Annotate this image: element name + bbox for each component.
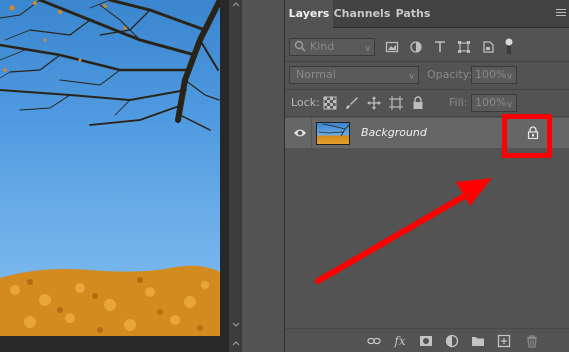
- fill-input[interactable]: 100% ∨: [471, 94, 517, 112]
- tree-photo: [0, 0, 220, 336]
- canvas-scrollbar-horizontal[interactable]: [0, 336, 220, 352]
- tab-channels[interactable]: Channels: [333, 0, 391, 28]
- link-layers-icon[interactable]: [367, 334, 381, 348]
- new-group-icon[interactable]: [471, 334, 485, 348]
- collapse-icon: [232, 341, 240, 346]
- lock-transparent-icon[interactable]: [323, 96, 337, 110]
- eye-icon[interactable]: [293, 127, 307, 139]
- blend-mode-select[interactable]: Normal ∨: [289, 66, 419, 84]
- search-icon: [294, 40, 306, 52]
- tab-paths[interactable]: Paths: [391, 0, 435, 28]
- scroll-down-icon: [232, 322, 240, 327]
- opacity-label: Opacity:: [427, 68, 473, 81]
- new-layer-icon[interactable]: [497, 334, 511, 348]
- chevron-down-icon: ∨: [506, 100, 513, 110]
- chevron-down-icon: ∨: [408, 72, 415, 82]
- chevron-down-icon: ∨: [506, 72, 513, 82]
- lock-position-icon[interactable]: [367, 96, 381, 110]
- adjustment-filter-icon[interactable]: [409, 40, 423, 54]
- dock-gutter: [242, 0, 284, 352]
- filter-kind-select[interactable]: Kind ∨: [289, 38, 375, 56]
- scroll-up-icon: [232, 2, 240, 7]
- canvas-border: [220, 0, 228, 352]
- chevron-down-icon: ∨: [364, 44, 371, 54]
- fill-label: Fill:: [449, 96, 468, 109]
- document-canvas[interactable]: [0, 0, 220, 336]
- lock-pixels-icon[interactable]: [345, 96, 359, 110]
- layers-bottom-bar: fx: [285, 328, 569, 352]
- lock-artboard-icon[interactable]: [389, 96, 403, 110]
- panel-menu-icon[interactable]: [556, 9, 566, 18]
- layer-thumbnail: [316, 122, 350, 145]
- fill-value: 100%: [475, 96, 507, 109]
- tab-layers[interactable]: Layers: [285, 0, 333, 29]
- layers-panel: Layers Channels Paths Kind ∨ Normal ∨ Op…: [284, 0, 569, 352]
- delete-layer-icon[interactable]: [525, 334, 539, 348]
- type-filter-icon[interactable]: [433, 40, 447, 54]
- image-filter-icon[interactable]: [385, 40, 399, 54]
- panel-scrollbar[interactable]: [228, 0, 242, 352]
- filter-toggle[interactable]: [503, 37, 515, 55]
- shape-filter-icon[interactable]: [457, 40, 471, 54]
- filter-kind-label: Kind: [310, 40, 335, 53]
- opacity-input[interactable]: 100% ∨: [471, 66, 517, 84]
- highlight-box: [502, 114, 552, 158]
- blend-mode-value: Normal: [296, 68, 336, 81]
- lock-label: Lock:: [291, 96, 320, 109]
- fx-icon[interactable]: fx: [393, 334, 407, 348]
- lock-all-icon[interactable]: [411, 96, 425, 110]
- opacity-value: 100%: [475, 68, 507, 81]
- smart-object-filter-icon[interactable]: [481, 40, 495, 54]
- panel-tab-bar: Layers Channels Paths: [285, 0, 569, 29]
- layer-name[interactable]: Background: [361, 118, 427, 148]
- add-mask-icon[interactable]: [419, 334, 433, 348]
- adjustment-layer-icon[interactable]: [445, 334, 459, 348]
- scroll-arrows: [232, 2, 240, 346]
